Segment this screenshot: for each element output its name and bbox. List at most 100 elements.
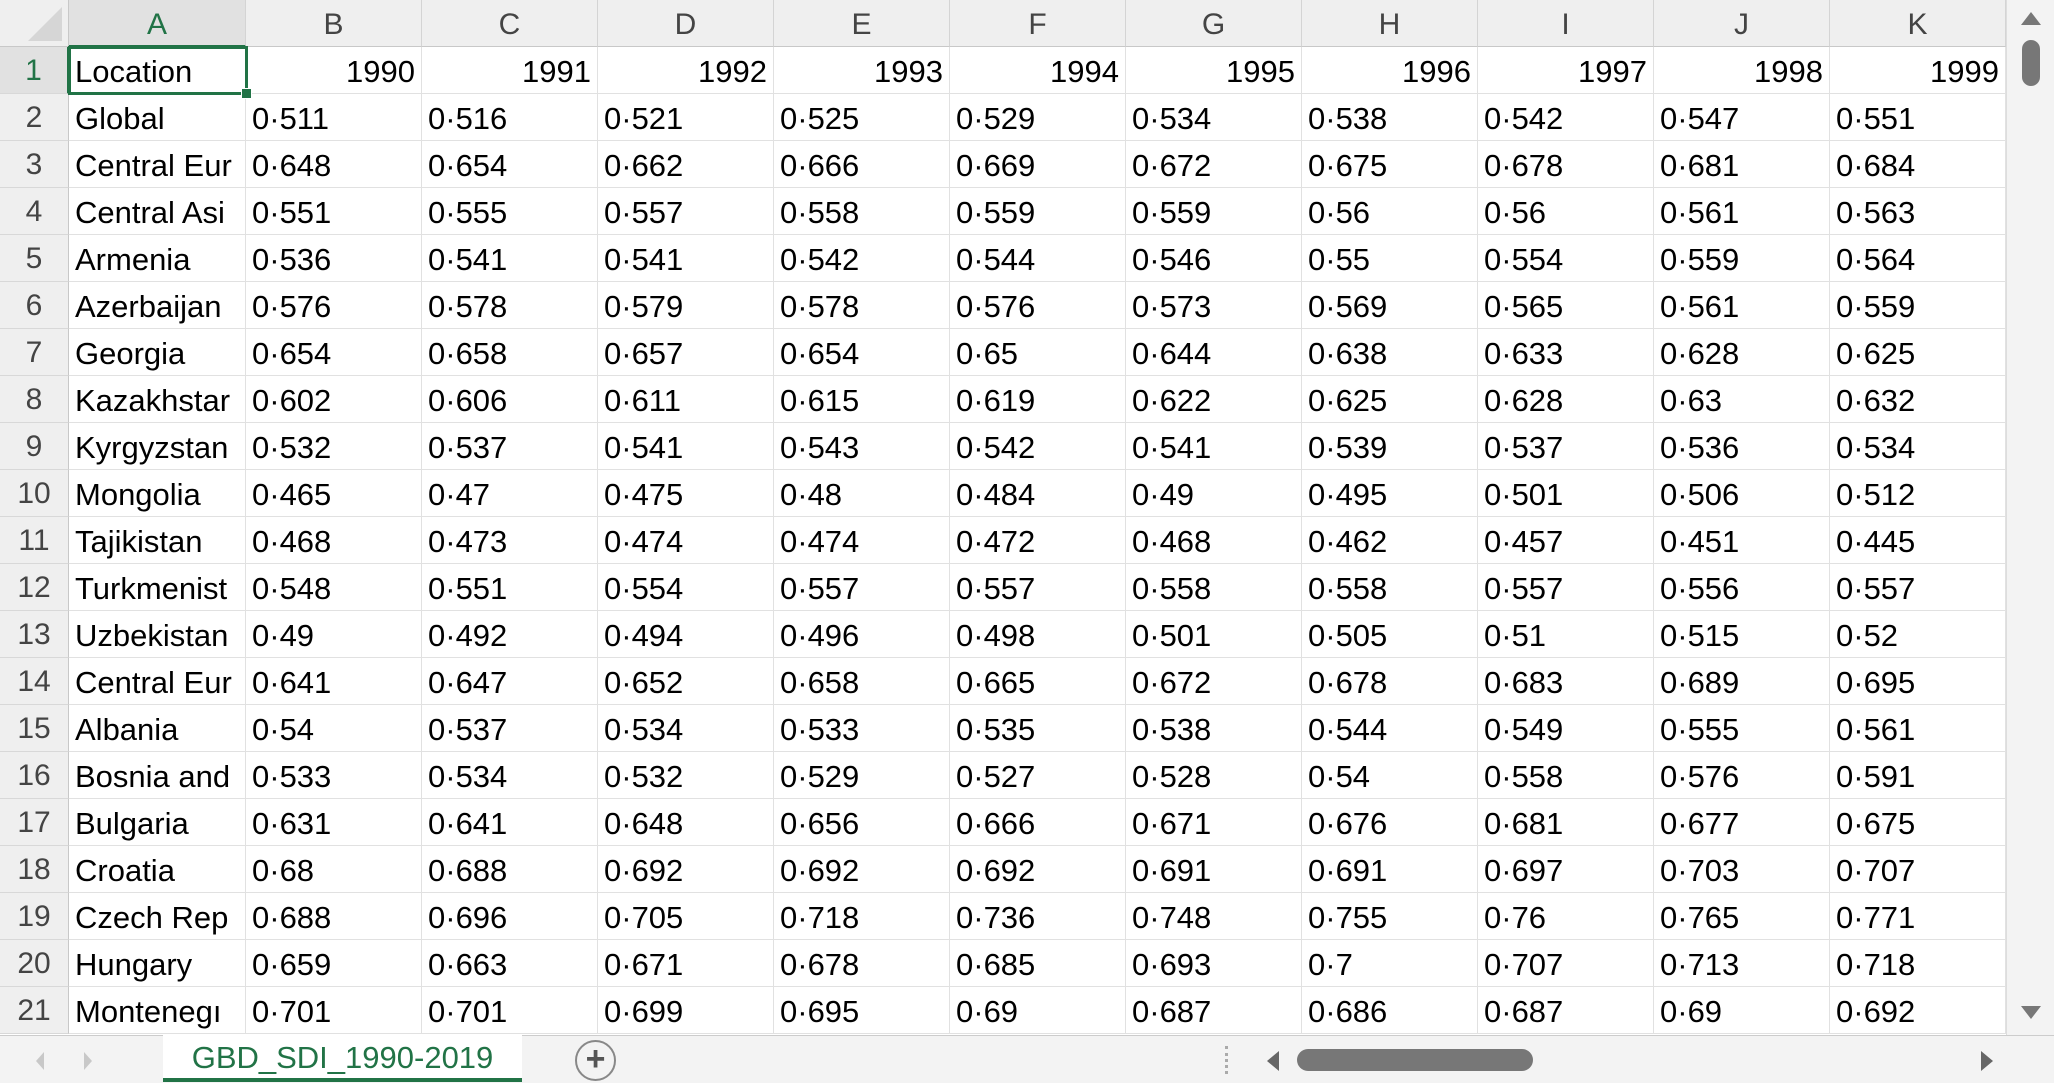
- value-cell[interactable]: 0·672: [1126, 141, 1302, 188]
- row-header[interactable]: 7: [0, 329, 69, 376]
- row-header[interactable]: 20: [0, 940, 69, 987]
- value-cell[interactable]: 0·641: [246, 658, 422, 705]
- value-cell[interactable]: 0·678: [774, 940, 950, 987]
- value-cell[interactable]: 0·54: [246, 705, 422, 752]
- value-cell[interactable]: 0·561: [1654, 188, 1830, 235]
- row-header[interactable]: 19: [0, 893, 69, 940]
- value-cell[interactable]: 0·685: [950, 940, 1126, 987]
- value-cell[interactable]: 0·548: [246, 564, 422, 611]
- location-cell[interactable]: Central Eur: [69, 141, 246, 188]
- location-cell[interactable]: Azerbaijan: [69, 282, 246, 329]
- value-cell[interactable]: 0·631: [246, 799, 422, 846]
- value-cell[interactable]: 0·688: [246, 893, 422, 940]
- value-cell[interactable]: 0·534: [1126, 94, 1302, 141]
- prev-sheet-icon[interactable]: [36, 1052, 44, 1070]
- value-cell[interactable]: 0·511: [246, 94, 422, 141]
- value-cell[interactable]: 0·671: [1126, 799, 1302, 846]
- header-cell-year[interactable]: 1994: [950, 47, 1126, 94]
- location-cell[interactable]: Georgia: [69, 329, 246, 376]
- value-cell[interactable]: 0·558: [1126, 564, 1302, 611]
- value-cell[interactable]: 0·675: [1302, 141, 1478, 188]
- value-cell[interactable]: 0·578: [774, 282, 950, 329]
- splitter-handle[interactable]: [1225, 1046, 1228, 1074]
- value-cell[interactable]: 0·619: [950, 376, 1126, 423]
- value-cell[interactable]: 0·573: [1126, 282, 1302, 329]
- value-cell[interactable]: 0·49: [246, 611, 422, 658]
- value-cell[interactable]: 0·565: [1478, 282, 1654, 329]
- value-cell[interactable]: 0·644: [1126, 329, 1302, 376]
- row-header[interactable]: 4: [0, 188, 69, 235]
- value-cell[interactable]: 0·473: [422, 517, 598, 564]
- value-cell[interactable]: 0·543: [774, 423, 950, 470]
- location-cell[interactable]: Mongolia: [69, 470, 246, 517]
- value-cell[interactable]: 0·516: [422, 94, 598, 141]
- value-cell[interactable]: 0·561: [1830, 705, 2006, 752]
- value-cell[interactable]: 0·69: [1654, 987, 1830, 1034]
- row-header[interactable]: 3: [0, 141, 69, 188]
- value-cell[interactable]: 0·462: [1302, 517, 1478, 564]
- column-header-i[interactable]: I: [1478, 0, 1654, 47]
- select-all-button[interactable]: [0, 0, 69, 47]
- location-cell[interactable]: Croatia: [69, 846, 246, 893]
- value-cell[interactable]: 0·557: [1830, 564, 2006, 611]
- value-cell[interactable]: 0·451: [1654, 517, 1830, 564]
- value-cell[interactable]: 0·675: [1830, 799, 2006, 846]
- value-cell[interactable]: 0·558: [1302, 564, 1478, 611]
- value-cell[interactable]: 0·713: [1654, 940, 1830, 987]
- value-cell[interactable]: 0·557: [774, 564, 950, 611]
- header-cell-year[interactable]: 1993: [774, 47, 950, 94]
- column-header-k[interactable]: K: [1830, 0, 2006, 47]
- value-cell[interactable]: 0·63: [1654, 376, 1830, 423]
- value-cell[interactable]: 0·671: [598, 940, 774, 987]
- value-cell[interactable]: 0·707: [1478, 940, 1654, 987]
- value-cell[interactable]: 0·652: [598, 658, 774, 705]
- value-cell[interactable]: 0·564: [1830, 235, 2006, 282]
- location-cell[interactable]: Central Eur: [69, 658, 246, 705]
- row-header[interactable]: 6: [0, 282, 69, 329]
- value-cell[interactable]: 0·665: [950, 658, 1126, 705]
- value-cell[interactable]: 0·56: [1302, 188, 1478, 235]
- value-cell[interactable]: 0·529: [774, 752, 950, 799]
- value-cell[interactable]: 0·559: [1126, 188, 1302, 235]
- horizontal-scroll-thumb[interactable]: [1297, 1049, 1533, 1071]
- value-cell[interactable]: 0·515: [1654, 611, 1830, 658]
- value-cell[interactable]: 0·579: [598, 282, 774, 329]
- value-cell[interactable]: 0·656: [774, 799, 950, 846]
- value-cell[interactable]: 0·501: [1478, 470, 1654, 517]
- row-header[interactable]: 14: [0, 658, 69, 705]
- value-cell[interactable]: 0·76: [1478, 893, 1654, 940]
- value-cell[interactable]: 0·47: [422, 470, 598, 517]
- value-cell[interactable]: 0·678: [1478, 141, 1654, 188]
- header-cell-year[interactable]: 1998: [1654, 47, 1830, 94]
- value-cell[interactable]: 0·687: [1478, 987, 1654, 1034]
- value-cell[interactable]: 0·492: [422, 611, 598, 658]
- value-cell[interactable]: 0·657: [598, 329, 774, 376]
- value-cell[interactable]: 0·561: [1654, 282, 1830, 329]
- scroll-left-icon[interactable]: [1267, 1051, 1279, 1071]
- column-header-h[interactable]: H: [1302, 0, 1478, 47]
- header-cell-year[interactable]: 1992: [598, 47, 774, 94]
- value-cell[interactable]: 0·457: [1478, 517, 1654, 564]
- value-cell[interactable]: 0·666: [950, 799, 1126, 846]
- value-cell[interactable]: 0·52: [1830, 611, 2006, 658]
- value-cell[interactable]: 0·535: [950, 705, 1126, 752]
- header-cell-location[interactable]: Location: [69, 47, 246, 94]
- vertical-scroll-thumb[interactable]: [2022, 40, 2040, 86]
- value-cell[interactable]: 0·559: [950, 188, 1126, 235]
- value-cell[interactable]: 0·468: [246, 517, 422, 564]
- value-cell[interactable]: 0·68: [246, 846, 422, 893]
- value-cell[interactable]: 0·701: [422, 987, 598, 1034]
- value-cell[interactable]: 0·662: [598, 141, 774, 188]
- location-cell[interactable]: Kyrgyzstan: [69, 423, 246, 470]
- row-header[interactable]: 10: [0, 470, 69, 517]
- value-cell[interactable]: 0·695: [1830, 658, 2006, 705]
- vertical-scrollbar[interactable]: [2006, 0, 2054, 1035]
- value-cell[interactable]: 0·495: [1302, 470, 1478, 517]
- value-cell[interactable]: 0·56: [1478, 188, 1654, 235]
- location-cell[interactable]: Montenegı: [69, 987, 246, 1034]
- value-cell[interactable]: 0·699: [598, 987, 774, 1034]
- value-cell[interactable]: 0·748: [1126, 893, 1302, 940]
- value-cell[interactable]: 0·536: [246, 235, 422, 282]
- value-cell[interactable]: 0·692: [1830, 987, 2006, 1034]
- location-cell[interactable]: Turkmenist: [69, 564, 246, 611]
